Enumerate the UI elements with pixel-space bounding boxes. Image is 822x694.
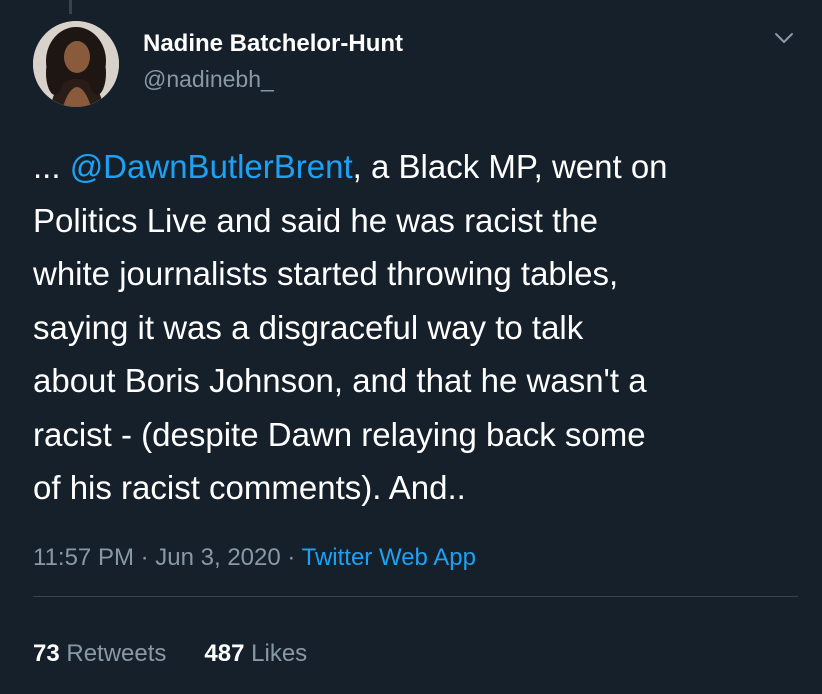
tweet-line: saying it was a disgraceful way to talk [33, 308, 584, 346]
mention-link[interactable]: @DawnButlerBrent [70, 148, 353, 185]
retweets-label: Retweets [66, 640, 167, 667]
tweet-line: white journalists started throwing table… [33, 255, 619, 292]
meta-separator: · [280, 544, 302, 571]
meta-separator: · [133, 544, 156, 571]
tweet-source-link[interactable]: Twitter Web App [302, 544, 476, 571]
tweet-line-rest: , a Black MP, went on [352, 148, 668, 185]
retweets-stat[interactable]: 73 Retweets [33, 640, 166, 668]
tweet-metadata: 11:57 PM · Jun 3, 2020 · Twitter Web App [33, 544, 476, 572]
ellipsis-prefix: ... [33, 148, 70, 185]
engagement-stats: 73 Retweets 487 Likes [33, 640, 307, 668]
retweets-count: 73 [33, 640, 60, 667]
chevron-down-icon[interactable] [772, 28, 796, 48]
tweet-line: about Boris Johnson, and that he wasn't … [33, 362, 647, 399]
tweet-line: Politics Live and said he was racist the [33, 201, 598, 239]
author-display-name[interactable]: Nadine Batchelor-Hunt [143, 30, 403, 58]
tweet-line: racist - (despite Dawn relaying back som… [33, 415, 646, 453]
author-handle[interactable]: @nadinebh_ [143, 66, 274, 93]
profile-photo-icon [33, 21, 119, 107]
likes-count: 487 [204, 640, 245, 667]
tweet-time[interactable]: 11:57 PM [33, 544, 134, 571]
tweet-date[interactable]: Jun 3, 2020 [155, 544, 280, 571]
thread-connector-line [69, 0, 72, 14]
tweet-line: ... @DawnButlerBrent, a Black MP, went o… [33, 140, 813, 194]
avatar[interactable] [33, 21, 119, 107]
likes-stat[interactable]: 487 Likes [204, 640, 307, 668]
tweet-line: of his racist comments). And.. [33, 469, 466, 506]
divider [33, 596, 798, 597]
likes-label: Likes [251, 640, 308, 667]
tweet-text: ... @DawnButlerBrent, a Black MP, went o… [33, 140, 813, 515]
